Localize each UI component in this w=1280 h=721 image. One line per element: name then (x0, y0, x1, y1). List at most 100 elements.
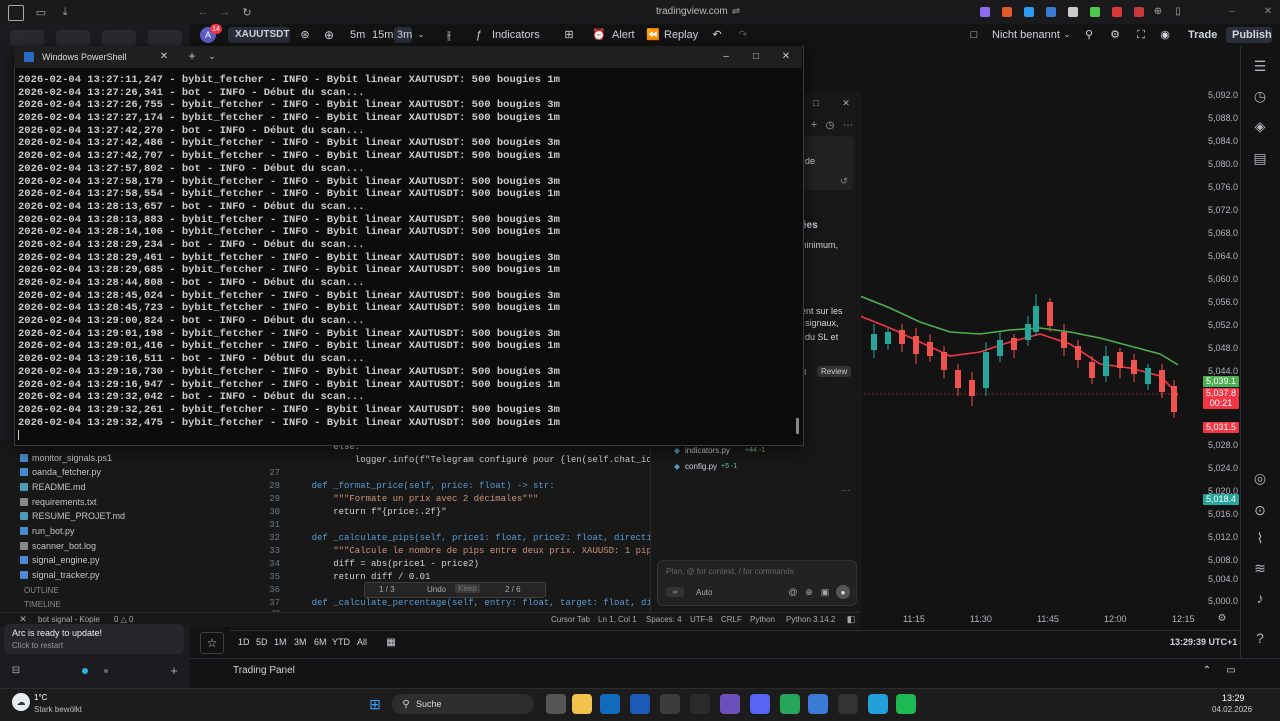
reload-icon[interactable]: ↻ (240, 5, 254, 19)
forward-icon[interactable]: → (218, 5, 232, 19)
timeline-section[interactable]: TIMELINE (24, 600, 61, 609)
workspace-name[interactable]: bot signal - Kopie (38, 615, 100, 624)
taskbar-time[interactable]: 13:29 (1222, 693, 1245, 703)
terminal-icon[interactable] (690, 694, 710, 714)
range-5d[interactable]: 5D (256, 637, 268, 647)
pulse-icon[interactable]: ⌇ (1250, 528, 1270, 548)
symbol-name[interactable]: XAUUTSDT (235, 24, 289, 46)
alert-icon[interactable]: ⏰ (592, 24, 606, 46)
alert-button[interactable]: Alert (612, 24, 635, 46)
fullscreen-icon[interactable]: ⛶ (1134, 24, 1148, 46)
globe-icon[interactable]: ⊕ (1152, 5, 1164, 17)
tabs-icon[interactable]: ▭ (34, 5, 48, 19)
changed-file-name[interactable]: indicators.py (685, 446, 730, 455)
minimize-icon[interactable]: – (1226, 5, 1238, 17)
space-indicator[interactable] (82, 668, 88, 674)
app-icon[interactable] (780, 694, 800, 714)
range-1d[interactable]: 1D (238, 637, 250, 647)
url-text[interactable]: tradingview.com (656, 6, 728, 17)
weather-icon[interactable]: ☁ (12, 693, 30, 711)
explorer-file[interactable]: README.md (32, 482, 86, 492)
close-window-icon[interactable]: ✕ (1262, 5, 1274, 17)
archive-icon[interactable]: ⊟ (10, 664, 22, 676)
extension-icon[interactable] (1024, 7, 1034, 17)
task-view-icon[interactable] (546, 694, 566, 714)
range-6m[interactable]: 6M (314, 637, 327, 647)
taskbar-date[interactable]: 04.02.2026 (1212, 705, 1252, 714)
more-icon[interactable]: ⋯ (843, 120, 853, 131)
powershell-tab-title[interactable]: Windows PowerShell (42, 52, 127, 62)
range-all[interactable]: All (357, 637, 367, 647)
file-explorer-icon[interactable] (572, 694, 592, 714)
revert-icon[interactable]: ↺ (839, 176, 849, 186)
history-icon[interactable]: ◷ (825, 120, 835, 131)
chevron-down-icon[interactable]: ⌄ (206, 50, 218, 62)
notifications-icon[interactable]: ◧ (846, 614, 856, 624)
extension-icon[interactable] (1002, 7, 1012, 17)
explorer-file[interactable]: requirements.txt (32, 497, 97, 507)
weather-temp[interactable]: 1°C (34, 693, 47, 702)
redo-icon[interactable]: ↷ (736, 24, 750, 46)
star-icon[interactable]: ☆ (200, 632, 224, 654)
range-3m[interactable]: 3M (294, 637, 307, 647)
pinned-tab[interactable] (56, 30, 90, 46)
image-icon[interactable]: ▣ (820, 587, 830, 597)
timeframe-5m[interactable]: 5m (350, 24, 365, 46)
chevron-down-icon[interactable]: ⌄ (416, 24, 426, 46)
back-icon[interactable]: ← (196, 5, 210, 19)
keep-button[interactable]: Keep (455, 584, 480, 593)
taskbar-search[interactable]: ⚲ Suche (392, 694, 534, 714)
undo-button[interactable]: Undo (427, 585, 446, 594)
discord-icon[interactable] (750, 694, 770, 714)
infinity-icon[interactable]: ∞ (666, 587, 684, 597)
replay-icon[interactable]: ⏪ (646, 24, 660, 46)
trading-panel-label[interactable]: Trading Panel (233, 665, 295, 676)
maximize-icon[interactable]: ▭ (1224, 663, 1238, 677)
site-settings-icon[interactable]: ⇌ (730, 5, 742, 17)
bell-icon[interactable]: ♪ (1250, 588, 1270, 608)
range-ytd[interactable]: YTD (332, 637, 350, 647)
layout-square-icon[interactable]: □ (968, 24, 980, 46)
timeframe-15m[interactable]: 15m (372, 24, 393, 46)
restore-icon[interactable]: □ (811, 98, 821, 108)
explorer-file[interactable]: RESUME_PROJET.md (32, 511, 125, 521)
indicators-icon[interactable]: ƒ (472, 24, 486, 46)
replay-button[interactable]: Replay (664, 24, 698, 46)
close-window-icon[interactable]: ✕ (780, 50, 792, 62)
terminal-scrollbar[interactable] (796, 418, 799, 434)
explorer-file[interactable]: run_bot.py (32, 526, 75, 536)
split-view-icon[interactable]: ▯ (1172, 5, 1184, 17)
close-tab-icon[interactable]: ✕ (158, 50, 170, 62)
close-icon[interactable]: ✕ (841, 98, 851, 108)
download-icon[interactable]: ⤓ (58, 5, 72, 19)
globe-icon[interactable]: ⊕ (804, 587, 814, 597)
sidebar-toggle-icon[interactable] (8, 5, 24, 21)
axis-settings-icon[interactable]: ⚙ (1216, 612, 1228, 624)
arc-icon[interactable] (720, 694, 740, 714)
indentation[interactable]: Spaces: 4 (646, 615, 682, 624)
watchlist-icon[interactable]: ☰ (1250, 56, 1270, 76)
signal-icon[interactable]: ⊙ (1250, 500, 1270, 520)
range-1m[interactable]: 1M (274, 637, 287, 647)
line-ending[interactable]: CRLF (721, 615, 742, 624)
candle-style-icon[interactable]: ⫲ (442, 24, 456, 46)
chevron-up-icon[interactable]: ⌃ (1200, 663, 1214, 677)
trade-button[interactable]: Trade (1188, 24, 1217, 46)
extension-icon[interactable] (1068, 7, 1078, 17)
cursor-position[interactable]: Ln 1, Col 1 (598, 615, 637, 624)
extension-icon[interactable] (1046, 7, 1056, 17)
publish-button[interactable]: Publish (1232, 24, 1272, 46)
date-range-icon[interactable]: ▦ (384, 635, 398, 649)
chat-icon[interactable]: ▤ (1250, 148, 1270, 168)
undo-icon[interactable]: ↶ (710, 24, 724, 46)
gear-icon[interactable]: ⚙ (1108, 24, 1122, 46)
arc-update-toast[interactable]: Arc is ready to update! Click to restart (4, 624, 184, 654)
telegram-icon[interactable] (868, 694, 888, 714)
chevron-down-icon[interactable]: ⌄ (1062, 24, 1072, 46)
new-tab-icon[interactable]: + (186, 49, 198, 63)
file-nav[interactable]: 2 / 6 (505, 585, 521, 594)
rss-icon[interactable]: ≋ (1250, 558, 1270, 578)
outline-section[interactable]: OUTLINE (24, 586, 59, 595)
more-icon[interactable]: ⋯ (841, 485, 851, 495)
cursor-app-icon[interactable] (838, 694, 858, 714)
